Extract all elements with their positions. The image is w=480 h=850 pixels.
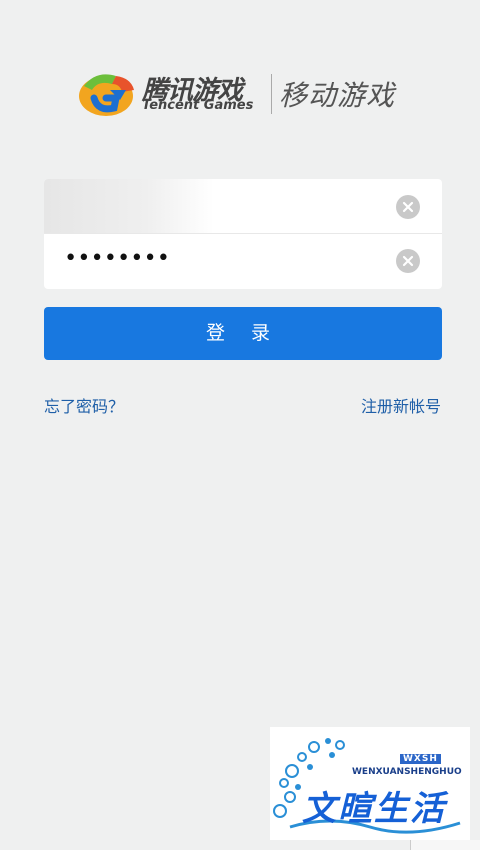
password-input[interactable]: •••••••• — [64, 246, 170, 271]
username-field[interactable] — [44, 179, 442, 233]
username-input[interactable] — [44, 179, 214, 233]
forgot-password-link[interactable]: 忘了密码？ — [44, 393, 124, 417]
app-logo: 腾讯游戏 Tencent Games 移动游戏 — [76, 66, 416, 122]
tencent-games-logo-icon — [76, 68, 136, 118]
logo-subtitle: 移动游戏 — [279, 79, 396, 112]
watermark-logo: WXSH WENXUANSHENGHUO 文暄生活 — [270, 727, 470, 840]
clear-username-icon[interactable] — [396, 195, 420, 219]
logo-divider — [271, 74, 272, 114]
password-field[interactable]: •••••••• — [44, 234, 442, 288]
corner-tab — [410, 840, 480, 850]
logo-brand-en: Tencent Games — [142, 98, 254, 113]
watermark-en: WENXUANSHENGHUO — [352, 767, 462, 777]
watermark-cn: 文暄生活 — [302, 789, 446, 829]
register-link[interactable]: 注册新帐号 — [361, 393, 441, 417]
login-form: •••••••• — [44, 179, 442, 289]
clear-password-icon[interactable] — [396, 249, 420, 273]
watermark-badge: WXSH — [400, 754, 441, 764]
login-button[interactable]: 登 录 — [44, 307, 442, 360]
